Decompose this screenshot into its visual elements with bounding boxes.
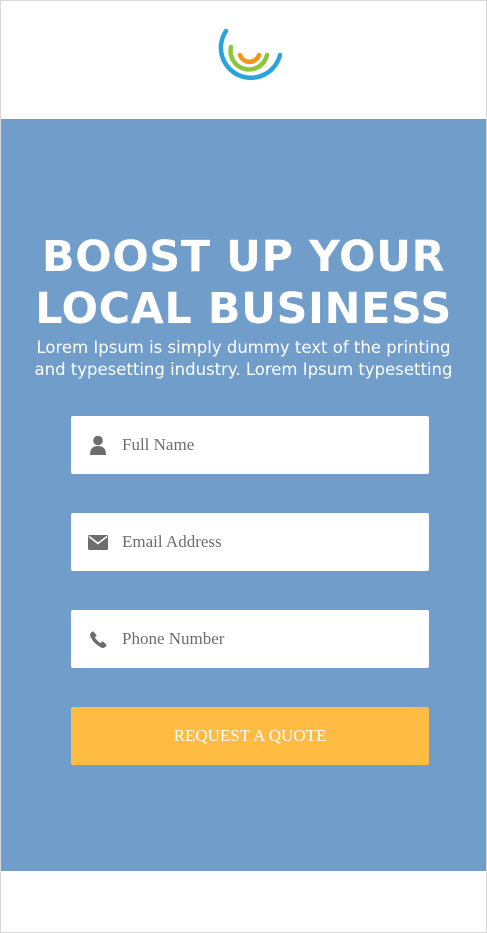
brand-logo-icon[interactable] (217, 25, 283, 89)
full-name-placeholder: Full Name (122, 435, 195, 454)
phone-field[interactable]: Phone Number (71, 610, 429, 668)
page-frame: BOOST UP YOUR LOCAL BUSINESS Lorem Ipsum… (0, 0, 487, 933)
headline-line-1: BOOST UP YOUR (41, 232, 446, 282)
email-placeholder: Email Address (122, 532, 222, 551)
envelope-icon (88, 532, 108, 552)
user-icon (88, 435, 108, 455)
hero-headline: BOOST UP YOUR LOCAL BUSINESS (1, 231, 486, 335)
header (1, 1, 486, 119)
hero-section: BOOST UP YOUR LOCAL BUSINESS Lorem Ipsum… (1, 119, 486, 871)
phone-placeholder: Phone Number (122, 629, 225, 648)
email-field[interactable]: Email Address (71, 513, 429, 571)
request-quote-button[interactable]: REQUEST A QUOTE (71, 707, 429, 765)
headline-line-2: LOCAL BUSINESS (35, 284, 452, 334)
hero-subtext: Lorem Ipsum is simply dummy text of the … (34, 338, 453, 379)
full-name-field[interactable]: Full Name (71, 416, 429, 474)
phone-icon (88, 629, 108, 649)
